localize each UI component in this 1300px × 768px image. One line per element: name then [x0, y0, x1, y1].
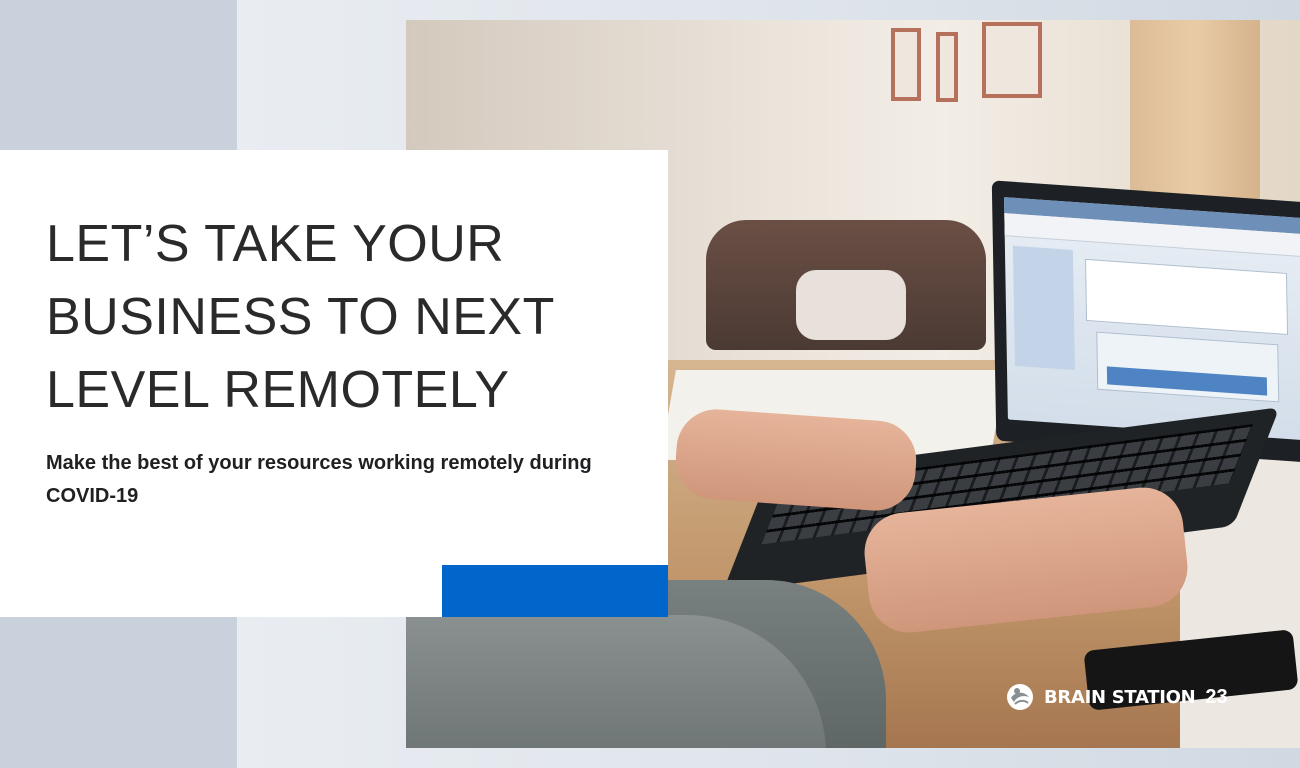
laptop-window-sidebar	[1012, 245, 1075, 371]
photo-curtain	[1130, 20, 1260, 220]
brain-station-logo-icon	[1006, 683, 1034, 711]
page-title: LET’S TAKE YOUR BUSINESS TO NEXT LEVEL R…	[46, 215, 554, 419]
accent-block	[442, 565, 668, 617]
brand-name: BRAIN STATION	[1044, 686, 1196, 708]
hand-icon	[673, 406, 919, 514]
laptop-window-card	[1084, 258, 1289, 336]
page-subtitle: Make the best of your resources working …	[46, 452, 592, 507]
brand-logo: BRAIN STATION 23	[1006, 682, 1228, 712]
hero-card: LET’S TAKE YOUR BUSINESS TO NEXT LEVEL R…	[0, 150, 668, 617]
photo-wall-frame	[936, 32, 958, 102]
photo-pillow	[796, 270, 906, 340]
brand-number: 23	[1205, 685, 1228, 708]
photo-wall-frame	[891, 28, 921, 101]
photo-wall-frame	[982, 22, 1042, 98]
laptop-display	[1004, 197, 1300, 441]
